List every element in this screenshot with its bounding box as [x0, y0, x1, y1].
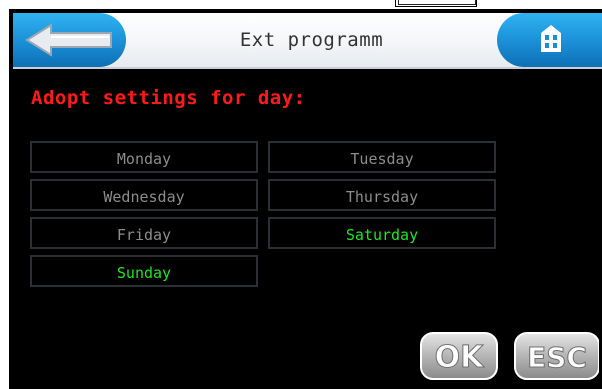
- day-saturday[interactable]: Saturday: [268, 217, 496, 249]
- esc-label: ESC: [527, 341, 587, 374]
- back-button[interactable]: [13, 13, 126, 67]
- day-friday[interactable]: Friday: [30, 217, 258, 249]
- arrow-left-icon: [25, 23, 112, 57]
- page-title: Ext programm: [239, 29, 384, 51]
- top-strip: [0, 0, 602, 9]
- day-monday[interactable]: Monday: [30, 141, 258, 173]
- header: Ext programm: [9, 9, 602, 69]
- top-frame: [395, 0, 477, 7]
- screen: Ext programm Adopt settings for day: Mon…: [9, 9, 602, 389]
- home-icon: [541, 25, 561, 52]
- top-frame-inner: [398, 0, 476, 5]
- ok-label: OK: [435, 340, 486, 375]
- home-button[interactable]: [497, 13, 602, 67]
- day-tuesday[interactable]: Tuesday: [268, 141, 496, 173]
- day-wednesday[interactable]: Wednesday: [30, 179, 258, 211]
- day-thursday[interactable]: Thursday: [268, 179, 496, 211]
- day-sunday[interactable]: Sunday: [30, 255, 258, 287]
- ok-button[interactable]: OK: [419, 331, 499, 381]
- esc-button[interactable]: ESC: [513, 331, 599, 381]
- section-label: Adopt settings for day:: [31, 87, 306, 109]
